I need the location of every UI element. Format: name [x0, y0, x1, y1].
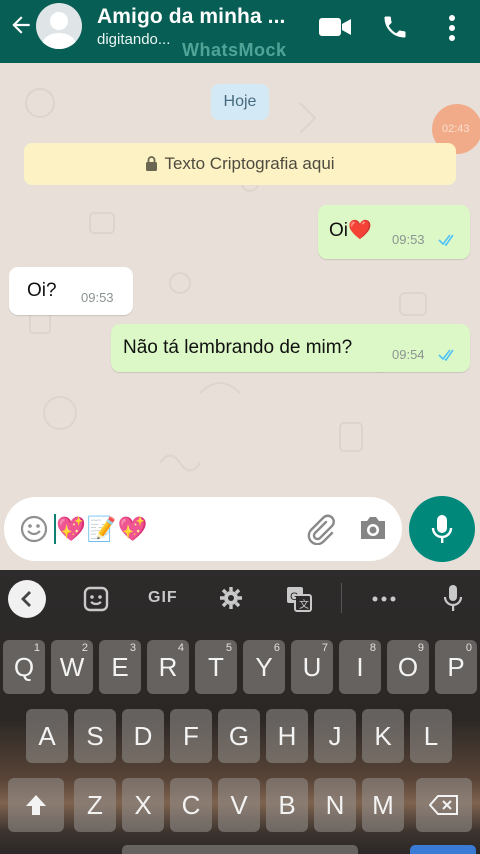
gif-button[interactable]: GIF	[148, 589, 178, 607]
read-ticks-icon	[438, 349, 454, 361]
key-v[interactable]: V	[218, 778, 260, 832]
text-caret	[54, 514, 56, 544]
mic-button[interactable]	[409, 496, 475, 562]
message-text: Oi?	[27, 280, 57, 301]
key-o[interactable]: O9	[387, 640, 429, 694]
video-call-icon[interactable]	[318, 15, 352, 39]
key-hint: 3	[129, 642, 136, 654]
key-w[interactable]: W2	[51, 640, 93, 694]
emoji-icon[interactable]	[20, 515, 48, 543]
encryption-notice-text: Texto Criptografia aqui	[164, 154, 335, 173]
chat-header: Amigo da minha ... digitando... WhatsMoc…	[0, 0, 480, 63]
key-c[interactable]: C	[170, 778, 212, 832]
key-t[interactable]: T5	[195, 640, 237, 694]
key-label: T	[208, 652, 224, 682]
svg-text:文: 文	[299, 598, 309, 611]
encryption-notice: Texto Criptografia aqui	[24, 143, 456, 185]
avatar[interactable]	[36, 3, 82, 49]
key-e[interactable]: E3	[99, 640, 141, 694]
back-arrow-icon[interactable]	[8, 12, 34, 38]
key-hint: 1	[33, 642, 40, 654]
more-dots-icon[interactable]	[372, 596, 396, 602]
key-x[interactable]: X	[122, 778, 164, 832]
more-vert-icon[interactable]	[446, 14, 458, 42]
key-hint: 2	[81, 642, 88, 654]
key-f[interactable]: F	[170, 709, 212, 763]
key-b[interactable]: B	[266, 778, 308, 832]
key-n[interactable]: N	[314, 778, 356, 832]
key-r[interactable]: R4	[147, 640, 189, 694]
key-i[interactable]: I8	[339, 640, 381, 694]
key-label: E	[111, 652, 129, 682]
key-h[interactable]: H	[266, 709, 308, 763]
contact-name[interactable]: Amigo da minha ...	[97, 5, 285, 29]
message-time: 09:53	[392, 232, 425, 247]
keyboard-toolbar: GIF G文	[0, 570, 480, 627]
key-label: Q	[13, 652, 35, 682]
backspace-key[interactable]	[416, 778, 472, 832]
lock-icon	[146, 156, 158, 171]
key-y[interactable]: Y6	[243, 640, 285, 694]
shift-icon	[26, 795, 46, 815]
key-l[interactable]: L	[410, 709, 452, 763]
back-chevron-icon[interactable]	[8, 580, 46, 618]
key-label: W	[59, 652, 85, 682]
message-time: 09:53	[81, 290, 114, 305]
key-s[interactable]: S	[74, 709, 116, 763]
doodle-pattern	[25, 88, 453, 526]
key-hint: 9	[417, 642, 424, 654]
key-hint: 5	[225, 642, 232, 654]
toolbar-divider	[341, 583, 342, 613]
message-input[interactable]: 💖📝💖	[56, 515, 149, 544]
key-z[interactable]: Z	[74, 778, 116, 832]
key-label: U	[302, 652, 322, 682]
key-d[interactable]: D	[122, 709, 164, 763]
key-label: Y	[255, 652, 273, 682]
mic-icon	[431, 515, 453, 543]
key-j[interactable]: J	[314, 709, 356, 763]
phone-icon[interactable]	[381, 13, 409, 41]
key-m[interactable]: M	[362, 778, 404, 832]
space-key[interactable]	[122, 845, 358, 854]
key-label: I	[356, 652, 364, 682]
key-hint: 4	[177, 642, 184, 654]
translate-icon[interactable]: G文	[286, 586, 312, 612]
camera-icon[interactable]	[358, 515, 388, 541]
read-ticks-icon	[438, 234, 454, 246]
key-hint: 7	[321, 642, 328, 654]
attach-icon[interactable]	[304, 513, 336, 545]
message-input-bar[interactable]: 💖📝💖	[4, 497, 402, 561]
message-bubble-outgoing[interactable]: Não tá lembrando de mim? 09:54	[111, 324, 470, 372]
message-bubble-incoming[interactable]: Oi? 09:53	[9, 267, 133, 315]
message-time: 09:54	[392, 347, 425, 362]
overlay-badge-text: 02:43	[442, 123, 470, 135]
key-k[interactable]: K	[362, 709, 404, 763]
key-u[interactable]: U7	[291, 640, 333, 694]
key-hint: 6	[273, 642, 280, 654]
key-q[interactable]: Q1	[3, 640, 45, 694]
enter-key[interactable]	[410, 845, 476, 854]
key-label: O	[397, 652, 419, 682]
shift-key[interactable]	[8, 778, 64, 832]
message-bubble-outgoing[interactable]: Oi❤️ 09:53	[318, 205, 470, 259]
voice-mic-icon[interactable]	[443, 584, 463, 612]
key-p[interactable]: P0	[435, 640, 477, 694]
backspace-icon	[428, 795, 458, 815]
key-a[interactable]: A	[26, 709, 68, 763]
settings-icon[interactable]	[219, 586, 243, 610]
key-g[interactable]: G	[218, 709, 260, 763]
message-text: Oi❤️	[329, 220, 372, 241]
chat-background	[0, 63, 480, 570]
date-chip: Hoje	[211, 84, 269, 120]
message-text: Não tá lembrando de mim?	[123, 337, 353, 358]
app-watermark: WhatsMock	[182, 40, 287, 60]
key-hint: 0	[465, 642, 472, 654]
key-label: R	[158, 652, 178, 682]
key-hint: 8	[369, 642, 376, 654]
typing-status: digitando...	[97, 31, 171, 48]
key-label: P	[447, 652, 465, 682]
soft-keyboard: GIF G文 Q1 W2 E3 R4 T5 Y6 U7 I8 O9 P0 A S…	[0, 570, 480, 854]
sticker-icon[interactable]	[83, 586, 109, 612]
svg-text:G: G	[290, 591, 299, 603]
